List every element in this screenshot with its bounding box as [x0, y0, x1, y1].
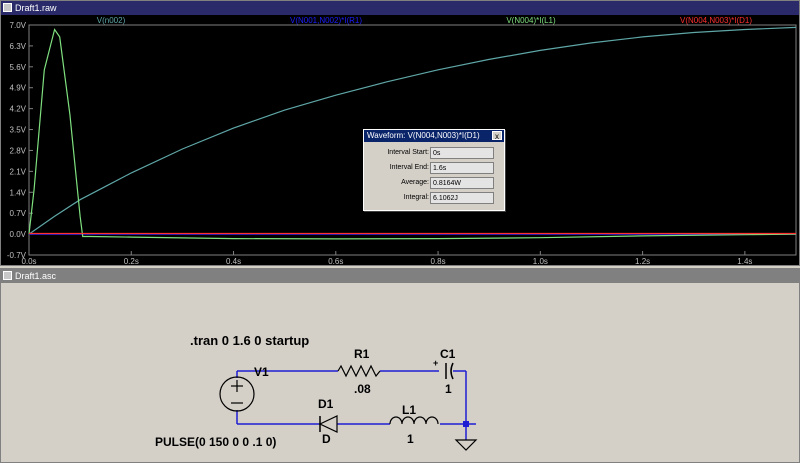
- resistor-r1[interactable]: [337, 364, 381, 378]
- close-icon[interactable]: x: [492, 131, 502, 141]
- integral-row: Integral: 6.1062J: [364, 192, 504, 206]
- integral-label: Integral:: [403, 194, 429, 201]
- y-tick-label: 1.4V: [10, 188, 27, 197]
- l1-value[interactable]: 1: [407, 432, 414, 446]
- y-tick-label: 4.2V: [10, 105, 27, 114]
- x-tick-label: 1.0s: [533, 257, 548, 265]
- tran-directive[interactable]: .tran 0 1.6 0 startup: [190, 333, 309, 348]
- r1-name[interactable]: R1: [354, 347, 370, 361]
- c1-name[interactable]: C1: [440, 347, 456, 361]
- integral-value[interactable]: 6.1062J: [430, 192, 494, 204]
- waveform-dialog[interactable]: Waveform: V(N004,N003)*I(D1) x Interval …: [363, 129, 505, 211]
- average-row: Average: 0.8164W: [364, 177, 504, 191]
- x-tick-label: 0.8s: [431, 257, 446, 265]
- x-tick-label: 0.0s: [21, 257, 36, 265]
- waveform-file-icon: [3, 3, 12, 12]
- y-tick-label: 7.0V: [10, 21, 27, 30]
- junction-dot: [463, 421, 469, 427]
- d1-name[interactable]: D1: [318, 397, 334, 411]
- l1-name[interactable]: L1: [402, 403, 416, 417]
- diode-d1[interactable]: [318, 415, 338, 433]
- x-tick-label: 0.2s: [124, 257, 139, 265]
- schematic-window-title: Draft1.asc: [15, 271, 57, 281]
- y-tick-label: 4.9V: [10, 84, 27, 93]
- trace-label[interactable]: V(N004)*I(L1): [506, 16, 556, 25]
- interval-end-value[interactable]: 1.6s: [430, 162, 494, 174]
- y-tick-label: 5.6V: [10, 63, 27, 72]
- interval-start-row: Interval Start: 0s: [364, 147, 504, 161]
- y-tick-label: 3.5V: [10, 126, 27, 135]
- average-label: Average:: [401, 179, 429, 186]
- c1-value[interactable]: 1: [445, 382, 452, 396]
- average-value[interactable]: 0.8164W: [430, 177, 494, 189]
- v1-value[interactable]: PULSE(0 150 0 0 .1 0): [155, 435, 276, 449]
- trace-label[interactable]: V(n002): [97, 16, 126, 25]
- interval-end-row: Interval End: 1.6s: [364, 162, 504, 176]
- trace-label[interactable]: V(N001,N002)*I(R1): [290, 16, 362, 25]
- y-tick-label: 2.8V: [10, 146, 27, 155]
- x-tick-label: 0.4s: [226, 257, 241, 265]
- interval-start-label: Interval Start:: [387, 149, 429, 156]
- ground-icon[interactable]: [454, 439, 478, 451]
- schematic-file-icon: [3, 271, 12, 280]
- plot-window-titlebar[interactable]: Draft1.raw: [1, 1, 799, 15]
- y-tick-label: 0.7V: [10, 209, 27, 218]
- x-tick-label: 1.4s: [737, 257, 752, 265]
- interval-end-label: Interval End:: [389, 164, 429, 171]
- plot-window-title: Draft1.raw: [15, 3, 57, 13]
- inductor-l1[interactable]: [389, 416, 439, 425]
- c1-plus-sign: +: [433, 358, 438, 368]
- v1-name[interactable]: V1: [254, 365, 269, 379]
- schematic-window-titlebar[interactable]: Draft1.asc: [1, 269, 799, 283]
- x-tick-label: 0.6s: [328, 257, 343, 265]
- interval-start-value[interactable]: 0s: [430, 147, 494, 159]
- voltage-source-v1[interactable]: [219, 376, 255, 412]
- y-tick-label: 6.3V: [10, 42, 27, 51]
- d1-value[interactable]: D: [322, 432, 331, 446]
- dialog-title: Waveform: V(N004,N003)*I(D1): [367, 131, 480, 140]
- y-tick-label: 0.0V: [10, 230, 27, 239]
- trace-label[interactable]: V(N004,N003)*I(D1): [680, 16, 752, 25]
- schematic-canvas[interactable]: .tran 0 1.6 0 startup V1 PULSE(0 150 0 0…: [0, 282, 800, 463]
- r1-value[interactable]: .08: [354, 382, 371, 396]
- capacitor-c1[interactable]: [445, 362, 454, 380]
- dialog-titlebar[interactable]: Waveform: V(N004,N003)*I(D1) x: [364, 130, 504, 142]
- x-tick-label: 1.2s: [635, 257, 650, 265]
- y-tick-label: 2.1V: [10, 167, 27, 176]
